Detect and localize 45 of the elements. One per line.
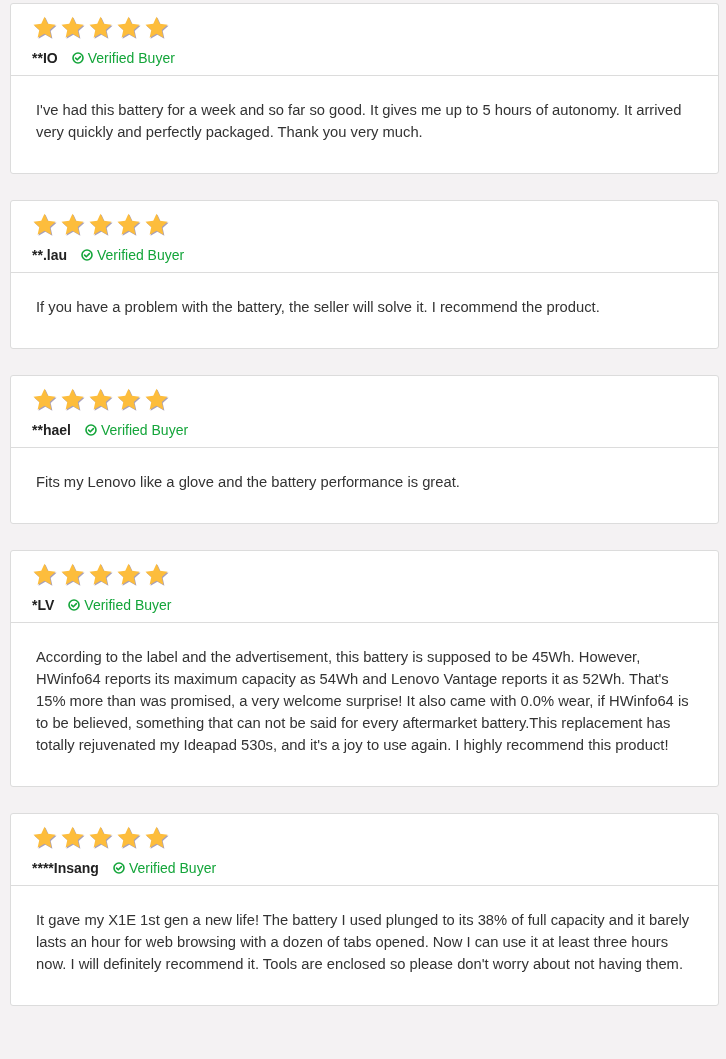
review-text: I've had this battery for a week and so far so good. It gives me up to 5 hours of autonomy. It arrived very quickly and perfectly packaged. Thank you very much. (36, 101, 683, 142)
check-circle-icon (71, 52, 84, 64)
reviewer-name: **hael (32, 421, 71, 440)
star-icon (60, 212, 86, 237)
review-text: It gave my X1E 1st gen a new life! The battery I used plunged to its 38% of full capacity and it barely lasts an hour for web browsing with a dozen of tabs opened. Now I can use it at least three hours now. I will definitely recommend it. Tools are enclosed so please don't worry about not having them. (36, 911, 691, 974)
review-text: Fits my Lenovo like a glove and the battery performance is great. (36, 473, 461, 492)
star-icon (60, 15, 86, 40)
review-text: According to the label and the advertisement, this battery is supposed to be 45Wh. However, HWinfo64 reports its maximum capacity as 54Wh and Lenovo Vantage reports it as 52Wh. That's 15% more than was promised, a very welcome surprise! It also came with 0.0% wear, if HWinfo64 is to be believed, something that can not be said for every aftermarket battery.This replacement has totally rejuvenated my Ideapad 530s, and it's a joy to use again. I highly recommend this product! (36, 648, 690, 755)
verified-buyer-label: Verified Buyer (97, 246, 185, 265)
verified-buyer-label: Verified Buyer (87, 49, 175, 68)
star-icon (88, 387, 114, 412)
star-icon (60, 825, 86, 850)
star-icon (116, 15, 142, 40)
review-text: If you have a problem with the battery, the seller will solve it. I recommend the product. (36, 298, 601, 317)
check-circle-icon (112, 862, 125, 874)
star-icon (32, 15, 58, 40)
check-circle-icon (81, 249, 93, 261)
check-circle-icon (68, 599, 81, 611)
star-icon (32, 387, 58, 412)
star-icon (144, 212, 170, 237)
verified-buyer-label: Verified Buyer (100, 421, 189, 440)
reviewer-name: ****Insang (32, 859, 99, 878)
star-icon (88, 825, 114, 850)
check-circle-icon (84, 424, 97, 436)
star-icon (88, 562, 114, 587)
reviewer-name: **.lau (32, 246, 67, 265)
star-icon (32, 825, 58, 850)
star-icon (144, 15, 170, 40)
star-icon (88, 15, 114, 40)
reviewer-name: **IO (32, 49, 58, 68)
star-icon (116, 562, 142, 587)
verified-buyer-label: Verified Buyer (128, 859, 217, 878)
star-icon (144, 387, 170, 412)
star-icon (88, 212, 114, 237)
star-icon (116, 212, 142, 237)
star-icon (116, 387, 142, 412)
star-icon (144, 825, 170, 850)
star-icon (60, 387, 86, 412)
star-icon (144, 562, 170, 587)
star-icon (116, 825, 142, 850)
star-icon (32, 562, 58, 587)
star-icon (60, 562, 86, 587)
star-icon (32, 212, 58, 237)
verified-buyer-label: Verified Buyer (84, 596, 172, 615)
reviewer-name: *LV (32, 596, 55, 615)
